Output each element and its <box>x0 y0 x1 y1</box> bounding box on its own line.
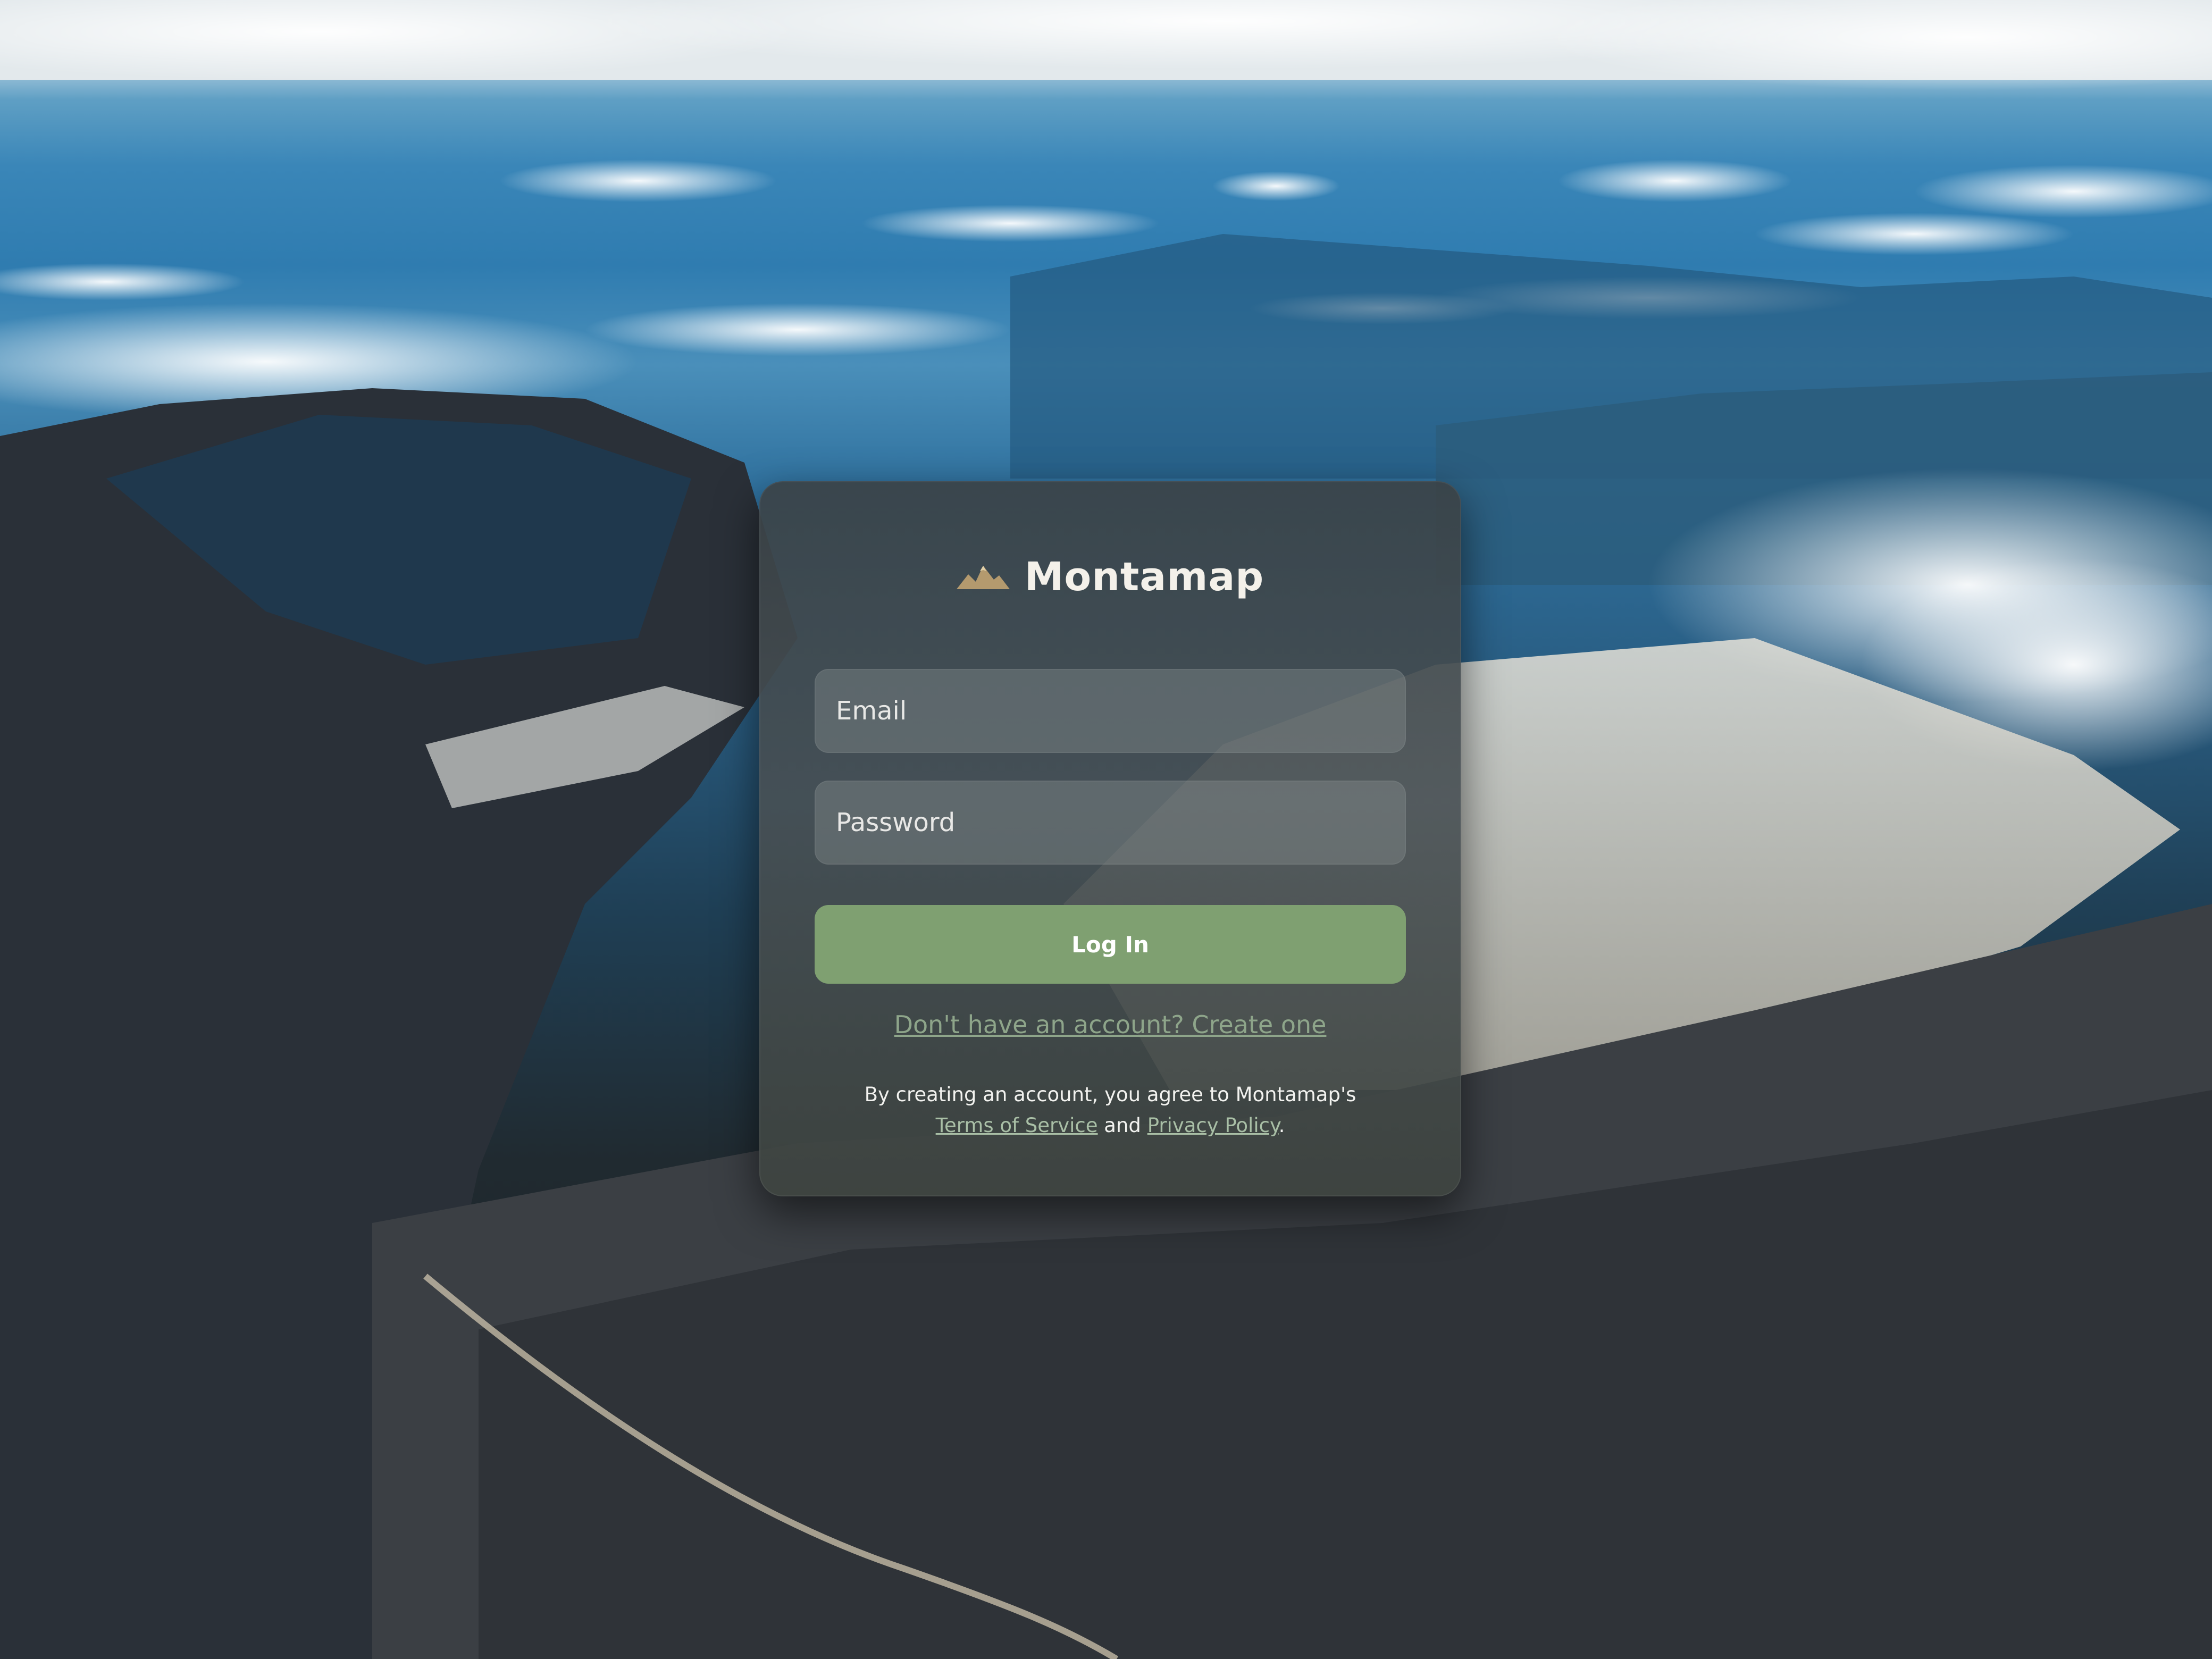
brand-header: Montamap <box>759 545 1461 609</box>
legal-suffix: . <box>1278 1114 1285 1137</box>
email-input[interactable] <box>815 669 1406 753</box>
email-field[interactable] <box>815 669 1406 753</box>
login-card: Montamap Log In Don't have an account? C… <box>759 481 1461 1196</box>
app-name: Montamap <box>1024 554 1264 600</box>
password-input[interactable] <box>815 781 1406 865</box>
privacy-policy-link[interactable]: Privacy Policy <box>1147 1114 1279 1137</box>
create-account-link[interactable]: Don't have an account? Create one <box>759 1010 1461 1039</box>
legal-prefix: By creating an account, you agree to Mon… <box>864 1083 1356 1106</box>
legal-and: and <box>1104 1114 1141 1137</box>
legal-notice: By creating an account, you agree to Mon… <box>791 1079 1429 1141</box>
mountain-icon <box>956 566 1010 589</box>
password-field[interactable] <box>815 781 1406 865</box>
terms-of-service-link[interactable]: Terms of Service <box>936 1114 1098 1137</box>
login-button[interactable]: Log In <box>815 905 1406 984</box>
